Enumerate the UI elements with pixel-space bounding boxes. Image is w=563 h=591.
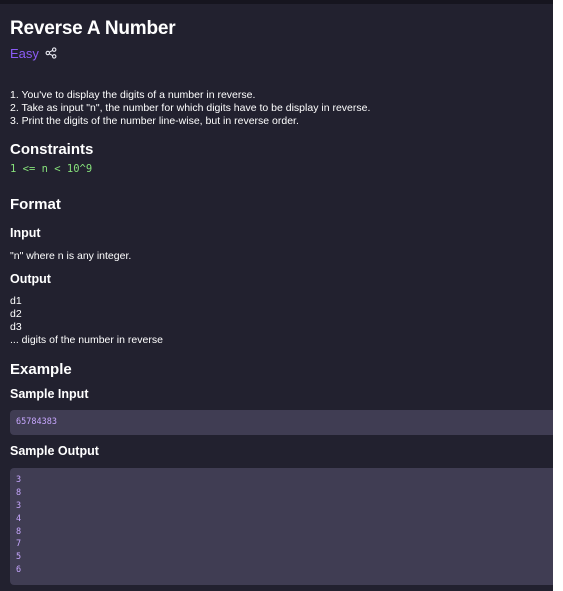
sample-output-line: 8 [16,526,22,537]
problem-panel: Reverse A Number Easy 1. You've to displ… [0,0,553,591]
output-line: d2 [10,308,22,320]
output-description: d1 d2 d3 ... digits of the number in rev… [10,295,163,347]
sample-input-box[interactable]: 65784383 [10,410,553,435]
output-heading: Output [10,272,51,286]
sample-output-line: 3 [16,475,22,485]
sample-output-line: 6 [16,565,22,576]
sample-output-box[interactable]: 3 8 3 4 8 7 5 6 [10,468,553,585]
difficulty-badge: Easy [10,45,39,61]
sample-input-value: 65784383 [16,417,57,427]
problem-description: 1. You've to display the digits of a num… [10,89,370,129]
share-icon[interactable] [45,47,57,59]
output-line: d3 [10,321,22,333]
description-line: 3. Print the digits of the number line-w… [10,115,299,128]
output-line: d1 [10,295,22,307]
sample-output-line: 3 [16,500,22,511]
example-heading: Example [10,361,72,378]
description-line: 1. You've to display the digits of a num… [10,89,256,101]
output-line: ... digits of the number in reverse [10,334,163,346]
sample-input-heading: Sample Input [10,387,89,401]
description-line: 2. Take as input "n", the number for whi… [10,102,371,115]
input-heading: Input [10,226,41,240]
sample-output-heading: Sample Output [10,444,99,458]
difficulty-row: Easy [10,45,57,61]
format-heading: Format [10,196,61,213]
sample-output-line: 7 [16,539,22,550]
sample-output-line: 4 [16,513,22,524]
input-description: "n" where n is any integer. [10,250,132,262]
sample-output-line: 5 [16,552,22,563]
constraints-heading: Constraints [10,141,94,158]
constraints-text: 1 <= n < 10^9 [10,163,93,175]
sample-output-line: 8 [16,487,22,498]
problem-title: Reverse A Number [10,18,176,39]
